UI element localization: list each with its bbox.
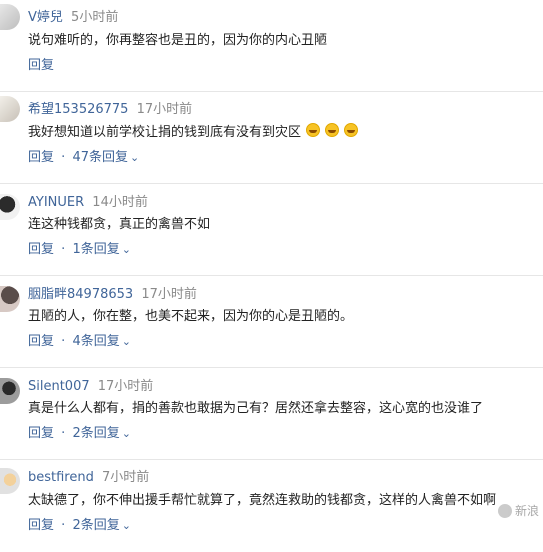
chevron-down-icon: ⌄ — [121, 335, 131, 348]
view-replies-button[interactable]: 2条回复 ⌄ — [72, 518, 131, 533]
comment-item: AYINUER 14小时前 连这种钱都贪，真正的禽兽不如 回复 · 1条回复 ⌄ — [0, 184, 543, 276]
avatar[interactable] — [0, 378, 20, 404]
comment-text: 真是什么人都有，捐的善款也敢据为己有？居然还拿去整容，这心宽的也没谁了 — [28, 401, 484, 416]
username-link[interactable]: Silent007 — [28, 379, 90, 394]
username-link[interactable]: AYINUER — [28, 195, 84, 210]
comment-text: 丑陋的人，你在整，也美不起来，因为你的心是丑陋的。 — [28, 309, 354, 324]
timestamp: 5小时前 — [71, 10, 119, 25]
avatar[interactable] — [0, 194, 20, 220]
comment-text: 太缺德了，你不伸出援手帮忙就算了，竟然连救助的钱都贪，这样的人禽兽不如啊 — [28, 493, 497, 508]
avatar[interactable] — [0, 4, 20, 30]
view-replies-button[interactable]: 2条回复 ⌄ — [72, 426, 131, 441]
comment-item: bestfirend 7小时前 太缺德了，你不伸出援手帮忙就算了，竟然连救助的钱… — [0, 460, 543, 552]
avatar[interactable] — [0, 468, 20, 494]
comment-text: 连这种钱都贪，真正的禽兽不如 — [28, 217, 211, 232]
chevron-down-icon: ⌄ — [129, 151, 140, 164]
timestamp: 14小时前 — [92, 195, 148, 210]
view-replies-button[interactable]: 4条回复 ⌄ — [72, 334, 131, 349]
separator-dot: · — [61, 518, 66, 533]
username-link[interactable]: V婷兒 — [28, 10, 63, 25]
view-replies-button[interactable]: 1条回复 ⌄ — [72, 242, 131, 257]
reply-button[interactable]: 回复 — [28, 426, 54, 441]
separator-dot: · — [61, 334, 66, 349]
reply-button[interactable]: 回复 — [28, 242, 54, 257]
separator-dot: · — [61, 150, 66, 165]
timestamp: 7小时前 — [102, 470, 150, 485]
username-link[interactable]: 胭脂畔84978653 — [28, 287, 133, 302]
comment-text: 我好想知道以前学校让捐的钱到底有没有到灾区 — [28, 125, 302, 140]
reply-button[interactable]: 回复 — [28, 58, 54, 73]
comment-item: Silent007 17小时前 真是什么人都有，捐的善款也敢据为己有？居然还拿去… — [0, 368, 543, 460]
timestamp: 17小时前 — [97, 379, 154, 394]
reply-button[interactable]: 回复 — [28, 334, 54, 349]
username-link[interactable]: bestfirend — [28, 470, 94, 485]
watermark: 新浪 — [497, 502, 539, 519]
avatar[interactable] — [0, 96, 20, 122]
comment-text: 说句难听的，你再整容也是丑的，因为你的内心丑陋 — [28, 33, 328, 48]
reply-button[interactable]: 回复 — [28, 518, 54, 533]
watermark-text: 新浪 — [514, 504, 539, 518]
view-replies-button[interactable]: 47条回复 ⌄ — [72, 150, 139, 165]
timestamp: 17小时前 — [141, 287, 197, 302]
avatar[interactable] — [0, 286, 20, 312]
username-link[interactable]: 希望153526775 — [28, 102, 128, 117]
grin-emoji-icon — [325, 123, 340, 137]
reply-button[interactable]: 回复 — [28, 150, 54, 165]
comment-item: V婷兒 5小时前 说句难听的，你再整容也是丑的，因为你的内心丑陋 回复 — [0, 0, 543, 92]
watermark-logo-icon — [497, 503, 512, 518]
grin-emoji-icon — [306, 123, 321, 137]
timestamp: 17小时前 — [136, 102, 193, 117]
separator-dot: · — [61, 242, 66, 257]
comment-item: 希望153526775 17小时前 我好想知道以前学校让捐的钱到底有没有到灾区 … — [0, 92, 543, 184]
grin-emoji-icon — [344, 123, 359, 137]
comment-list: V婷兒 5小时前 说句难听的，你再整容也是丑的，因为你的内心丑陋 回复 希望15… — [0, 0, 543, 533]
separator-dot: · — [61, 426, 66, 441]
chevron-down-icon: ⌄ — [121, 427, 131, 440]
comment-item: 胭脂畔84978653 17小时前 丑陋的人，你在整，也美不起来，因为你的心是丑… — [0, 276, 543, 368]
chevron-down-icon: ⌄ — [121, 243, 131, 256]
